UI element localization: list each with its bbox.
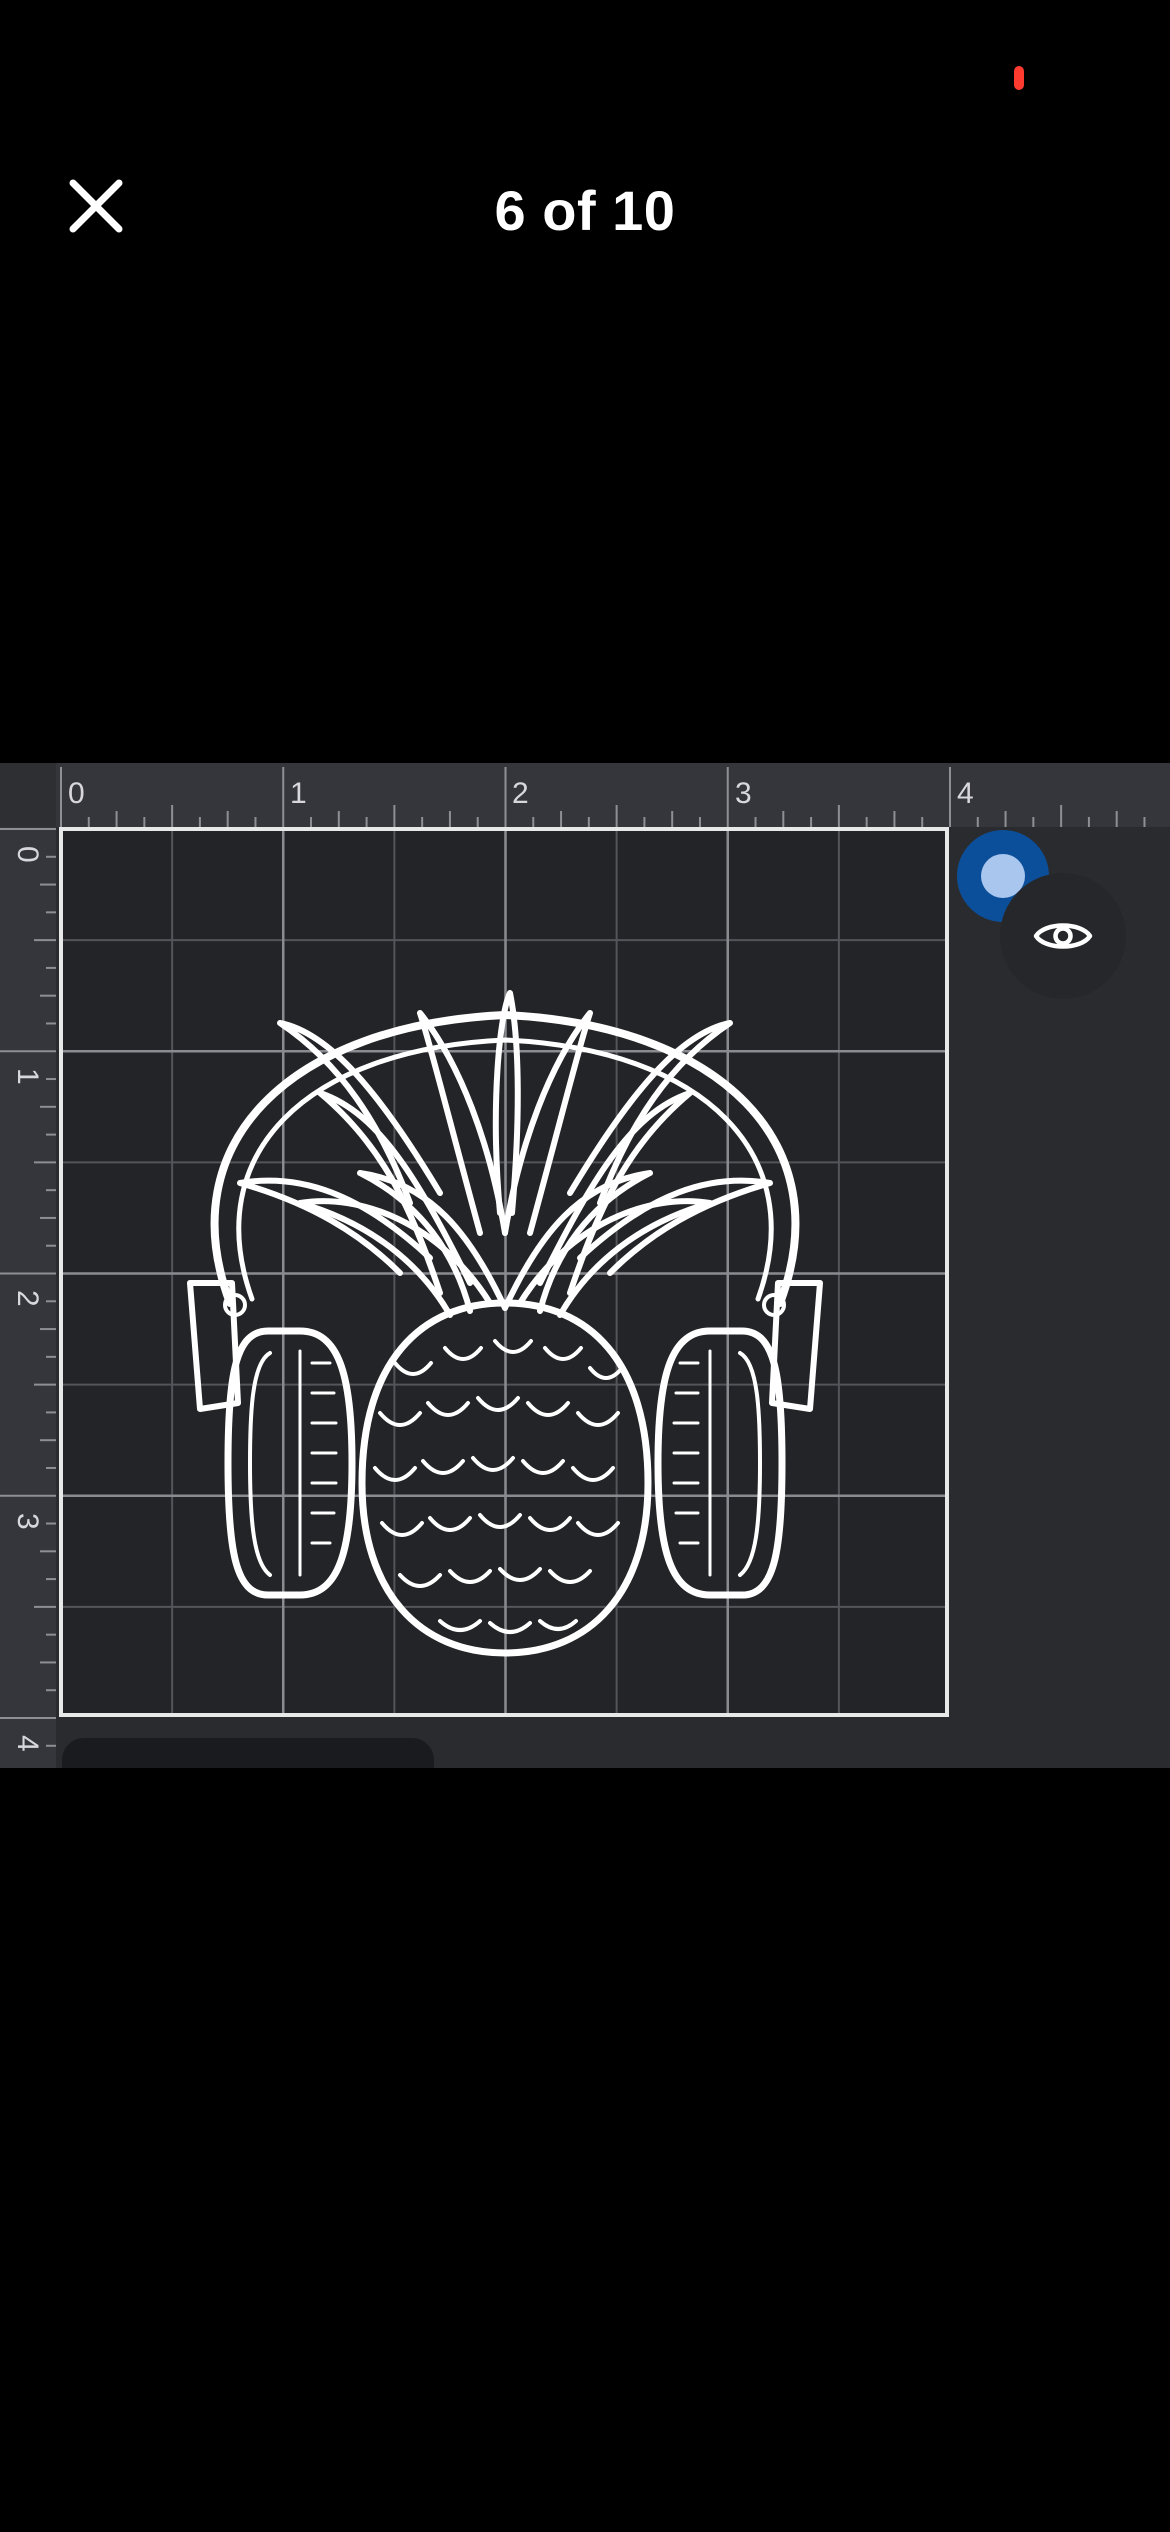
design-canvas-screenshot: 0 1 2 3 4 0 1 2 3 4 — [0, 763, 1170, 1768]
ruler-x-label-1: 1 — [290, 777, 307, 810]
ruler-x-label-0: 0 — [68, 777, 85, 810]
recording-indicator — [1014, 66, 1024, 90]
ruler-x-label-3: 3 — [735, 777, 752, 810]
eye-icon — [1033, 923, 1093, 949]
ruler-y-label-4: 4 — [11, 1735, 44, 1752]
ruler-y-label-1: 1 — [11, 1068, 44, 1085]
ruler-y-label-0: 0 — [11, 846, 44, 863]
ruler-y-label-3: 3 — [11, 1513, 44, 1530]
horizontal-ruler — [0, 763, 1170, 827]
visibility-toggle-button[interactable] — [1000, 873, 1126, 999]
ruler-x-label-4: 4 — [957, 777, 974, 810]
ruler-x-label-2: 2 — [512, 777, 529, 810]
bottom-panel-tab[interactable] — [62, 1738, 434, 1768]
vertical-ruler — [0, 763, 56, 1768]
ruler-y-label-2: 2 — [11, 1290, 44, 1307]
cutting-mat — [61, 829, 947, 1715]
image-counter: 6 of 10 — [494, 179, 676, 242]
